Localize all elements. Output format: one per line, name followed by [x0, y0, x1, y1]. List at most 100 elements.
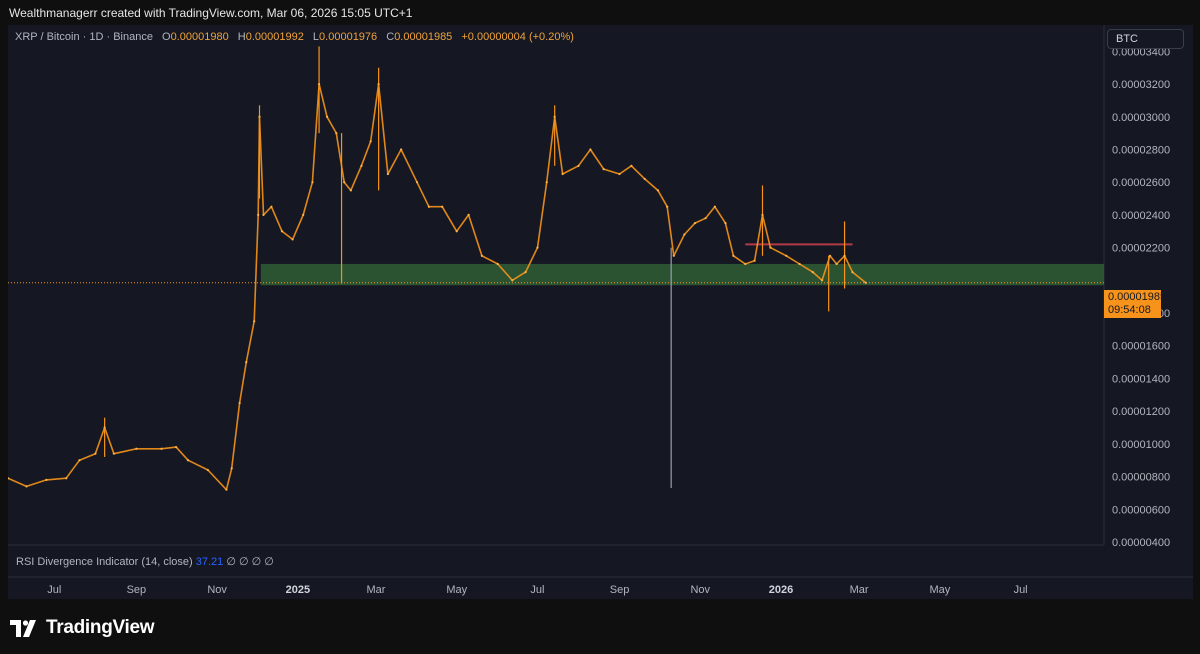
time-axis-tick-label: 2025 — [286, 584, 310, 596]
price-point — [369, 140, 372, 143]
rsi-value: 37.21 — [195, 556, 224, 568]
currency-button[interactable]: BTC — [1107, 29, 1184, 49]
price-point — [713, 205, 716, 208]
price-point — [335, 132, 338, 135]
price-point — [843, 254, 846, 257]
price-point — [589, 148, 592, 151]
price-point — [94, 452, 97, 455]
price-axis-tick-label: 0.00003200 — [1112, 79, 1170, 91]
time-axis-tick-label: Nov — [690, 584, 710, 596]
price-point — [630, 164, 633, 167]
price-point — [704, 217, 707, 220]
symbol-title[interactable]: XRP / Bitcoin · 1D · Binance — [15, 31, 153, 43]
bar-countdown: 09:54:08 — [1108, 304, 1151, 316]
price-point — [643, 177, 646, 181]
price-point — [280, 230, 284, 233]
price-point — [467, 213, 470, 217]
price-point — [561, 172, 564, 176]
price-point — [496, 262, 499, 266]
price-point — [744, 262, 747, 266]
rsi-indicator-title: RSI Divergence Indicator (14, close) — [16, 556, 193, 568]
time-axis-tick-label: May — [446, 584, 467, 596]
tradingview-logo[interactable]: TradingView — [10, 617, 155, 639]
price-point — [206, 468, 209, 472]
symbol-legend: XRP / Bitcoin · 1D · Binance O0.00001980… — [15, 31, 574, 43]
price-axis-tick-label: 0.00002400 — [1112, 210, 1170, 222]
price-point — [666, 205, 669, 208]
price-point — [415, 181, 419, 184]
price-point — [343, 181, 346, 184]
time-axis-tick-label: May — [929, 584, 950, 596]
price-point — [724, 221, 727, 225]
change-value: +0.00000004 (+0.20%) — [461, 31, 574, 43]
price-point — [672, 254, 675, 257]
price-point — [480, 254, 483, 257]
price-axis-tick-label: 0.00002200 — [1112, 243, 1170, 255]
chart-panel[interactable]: 0.00003400 0.00003200 0.00003000 0.00002800… — [8, 25, 1193, 599]
price-axis-tick-label: 0.00002600 — [1112, 177, 1170, 189]
price-point — [511, 279, 514, 282]
price-point — [225, 488, 228, 491]
price-point — [135, 447, 138, 450]
price-point — [262, 213, 265, 217]
price-point — [811, 271, 814, 274]
price-axis-tick-label: 0.00001600 — [1112, 341, 1170, 353]
price-point — [160, 447, 163, 450]
support-zone — [260, 263, 1104, 286]
tradingview-logo-icon — [10, 620, 36, 637]
price-point — [302, 213, 305, 217]
price-point — [349, 189, 352, 192]
price-point — [317, 82, 321, 86]
price-point — [311, 181, 314, 184]
price-point — [656, 189, 660, 192]
time-axis-tick-label: Sep — [610, 584, 630, 596]
plot-background — [8, 25, 1193, 599]
price-point — [524, 271, 527, 274]
price-point — [864, 281, 867, 284]
price-point — [360, 164, 363, 167]
price-axis-tick-label: 0.00003000 — [1112, 112, 1170, 124]
price-point — [683, 233, 686, 236]
price-point — [769, 246, 772, 249]
price-point — [732, 254, 735, 257]
price-point — [291, 238, 294, 241]
time-axis-tick-label: Jul — [1014, 584, 1028, 596]
price-point — [835, 262, 838, 266]
time-axis-tick-label: Sep — [127, 584, 147, 596]
open-value: 0.00001980 — [170, 31, 229, 43]
price-point — [112, 452, 115, 455]
price-point — [258, 115, 261, 118]
rsi-empty-values: ∅ ∅ ∅ ∅ — [226, 556, 274, 568]
time-axis-tick-label: Jul — [47, 584, 61, 596]
price-axis-tick-label: 0.00002800 — [1112, 144, 1170, 156]
price-point — [785, 254, 788, 257]
price-point — [851, 271, 854, 274]
price-point — [78, 459, 81, 462]
price-axis-tick-label: 0.00001400 — [1112, 373, 1170, 385]
high-value: 0.00001992 — [245, 31, 304, 43]
price-point — [270, 205, 273, 208]
price-point — [65, 477, 68, 480]
time-axis-tick-label: Mar — [850, 584, 869, 596]
price-chart[interactable]: 0.000034000.000032000.000030000.00002800… — [8, 25, 1193, 599]
price-point — [455, 230, 458, 233]
rsi-indicator-legend[interactable]: RSI Divergence Indicator (14, close) 37.… — [16, 555, 274, 568]
price-point — [45, 478, 48, 481]
price-point — [618, 172, 621, 176]
last-price-value: 0.00001985 — [1108, 291, 1167, 303]
close-label: C — [386, 31, 395, 43]
price-point — [536, 246, 539, 249]
time-axis-tick-label: Jul — [530, 584, 544, 596]
price-point — [545, 181, 548, 184]
price-point — [186, 459, 190, 462]
price-axis-tick-label: 0.00000800 — [1112, 472, 1170, 484]
price-point — [693, 221, 697, 225]
price-axis-tick-label: 0.00000400 — [1112, 537, 1170, 549]
time-axis-tick-label: Nov — [207, 584, 227, 596]
high-label: H — [237, 31, 246, 43]
close-value: 0.00001985 — [394, 31, 453, 43]
chart-credit: Wealthmanagerr created with TradingView.… — [9, 6, 413, 20]
time-axis-tick-label: 2026 — [769, 584, 793, 596]
price-axis-tick-label: 0.00001000 — [1112, 439, 1170, 451]
price-point — [553, 115, 556, 118]
